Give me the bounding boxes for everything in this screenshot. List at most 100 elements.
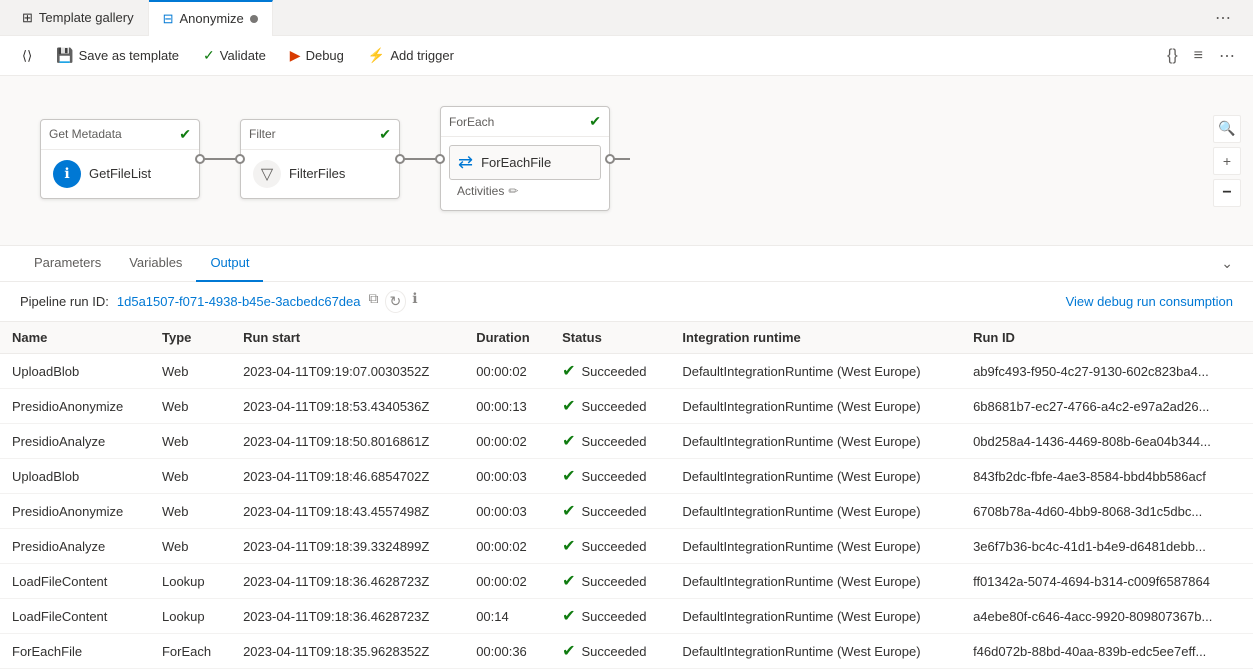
tab-bar: ⊞ Template gallery ⊟ Anonymize ⋯ [0,0,1253,36]
table-row[interactable]: ForEachFile ForEach 2023-04-11T09:18:35.… [0,634,1253,669]
cell-run-id: ff01342a-5074-4694-b314-c009f6587864 [961,564,1253,599]
run-id-label: Pipeline run ID: [20,294,109,309]
activity-filter-body: ▽ FilterFiles [241,150,399,198]
activity-filter-title: Filter [249,127,276,141]
tab-variables-label: Variables [129,255,182,270]
status-check-icon: ✔ [562,536,575,556]
save-template-button[interactable]: 💾 Save as template [46,42,189,69]
status-label: Succeeded [581,504,646,519]
more-button[interactable]: ⋯ [1213,42,1241,70]
pipeline-icon: ⊟ [163,11,174,27]
panel-collapse-button[interactable]: ⌄ [1221,255,1233,272]
cell-name: PresidioAnonymize [0,389,150,424]
activity-get-metadata-name: GetFileList [89,166,151,181]
refresh-icon[interactable]: ↻ [385,290,407,313]
tab-anonymize[interactable]: ⊟ Anonymize [149,0,273,36]
tab-bar-left: ⊞ Template gallery ⊟ Anonymize [8,0,273,36]
table-row[interactable]: UploadBlob Web 2023-04-11T09:19:07.00303… [0,354,1253,389]
code-view-button[interactable]: {} [1161,43,1184,69]
cell-integration-runtime: DefaultIntegrationRuntime (West Europe) [670,634,961,669]
connector-dot-2 [235,154,245,164]
table-row[interactable]: PresidioAnonymize Web 2023-04-11T09:18:4… [0,494,1253,529]
run-id-bar-left: Pipeline run ID: 1d5a1507-f071-4938-b45e… [20,290,418,313]
tab-parameters[interactable]: Parameters [20,246,115,282]
cell-run-id: 6b8681b7-ec27-4766-a4c2-e97a2ad26... [961,389,1253,424]
zoom-in-button[interactable]: + [1213,147,1241,175]
properties-button[interactable]: ≡ [1188,43,1209,69]
expand-icon: ⟨⟩ [22,48,32,64]
cell-type: Web [150,459,231,494]
cell-duration: 00:00:02 [464,564,550,599]
output-panel: Parameters Variables Output ⌄ Pipeline r… [0,246,1253,669]
tab-anonymize-label: Anonymize [179,11,243,26]
status-label: Succeeded [581,399,646,414]
zoom-out-button[interactable]: − [1213,179,1241,207]
activity-get-metadata[interactable]: Get Metadata ✔ ℹ GetFileList [40,119,200,199]
cell-duration: 00:00:36 [464,634,550,669]
tab-bar-right: ⋯ [1209,4,1245,32]
activity-get-metadata-title: Get Metadata [49,127,122,141]
cell-duration: 00:00:03 [464,494,550,529]
table-row[interactable]: PresidioAnalyze Web 2023-04-11T09:18:39.… [0,529,1253,564]
table-body: UploadBlob Web 2023-04-11T09:19:07.00303… [0,354,1253,669]
run-id-value: 1d5a1507-f071-4938-b45e-3acbedc67dea [117,294,361,309]
cell-name: LoadFileContent [0,564,150,599]
table-header-row: Name Type Run start Duration Status Inte… [0,322,1253,354]
toolbar-left: ⟨⟩ 💾 Save as template ✓ Validate ▶ Debug… [12,42,464,69]
activity-filter-name: FilterFiles [289,166,345,181]
status-label: Succeeded [581,469,646,484]
foreach-body: ⇄ ForEachFile Activities ✏ [441,137,609,210]
col-integration-runtime: Integration runtime [670,322,961,354]
debug-button[interactable]: ▶ Debug [280,42,354,69]
cell-integration-runtime: DefaultIntegrationRuntime (West Europe) [670,494,961,529]
cell-type: Web [150,494,231,529]
status-check-icon: ✔ [562,396,575,416]
table-row[interactable]: UploadBlob Web 2023-04-11T09:18:46.68547… [0,459,1253,494]
validate-button[interactable]: ✓ Validate [193,42,276,69]
run-id-icons: ⧉ ↻ ℹ [369,290,418,313]
foreach-title: ForEach [449,115,494,129]
more-tabs-button[interactable]: ⋯ [1209,4,1237,32]
foreach-inner[interactable]: ⇄ ForEachFile [449,145,601,180]
cell-name: PresidioAnalyze [0,424,150,459]
table-row[interactable]: PresidioAnonymize Web 2023-04-11T09:18:5… [0,389,1253,424]
activity-get-metadata-body: ℹ GetFileList [41,150,199,198]
dirty-indicator [250,15,258,23]
cell-run-start: 2023-04-11T09:18:36.4628723Z [231,564,464,599]
panel-tabs-left: Parameters Variables Output [20,246,263,282]
edit-icon[interactable]: ✏ [508,184,518,198]
activity-get-metadata-check: ✔ [179,126,191,143]
view-debug-link[interactable]: View debug run consumption [1066,294,1233,309]
run-id-bar: Pipeline run ID: 1d5a1507-f071-4938-b45e… [0,282,1253,322]
validate-icon: ✓ [203,47,215,64]
cell-name: PresidioAnalyze [0,529,150,564]
connector-line-1 [200,158,240,160]
col-type: Type [150,322,231,354]
tab-variables[interactable]: Variables [115,246,196,282]
table-row[interactable]: PresidioAnalyze Web 2023-04-11T09:18:50.… [0,424,1253,459]
cell-integration-runtime: DefaultIntegrationRuntime (West Europe) [670,564,961,599]
info-icon[interactable]: ℹ [412,290,417,313]
tab-output[interactable]: Output [196,246,263,282]
add-trigger-button[interactable]: ⚡ Add trigger [358,42,464,69]
cell-run-start: 2023-04-11T09:18:43.4557498Z [231,494,464,529]
connector-dot-5 [605,154,615,164]
status-label: Succeeded [581,609,646,624]
cell-duration: 00:00:13 [464,389,550,424]
status-label: Succeeded [581,539,646,554]
activity-foreach[interactable]: ForEach ✔ ⇄ ForEachFile Activities ✏ [440,106,610,211]
copy-icon[interactable]: ⧉ [369,290,379,313]
tab-template-gallery[interactable]: ⊞ Template gallery [8,0,149,36]
expand-button[interactable]: ⟨⟩ [12,43,42,69]
activity-filter[interactable]: Filter ✔ ▽ FilterFiles [240,119,400,199]
search-canvas-button[interactable]: 🔍 [1213,115,1241,143]
status-label: Succeeded [581,434,646,449]
table-row[interactable]: LoadFileContent Lookup 2023-04-11T09:18:… [0,564,1253,599]
cell-run-start: 2023-04-11T09:19:07.0030352Z [231,354,464,389]
panel-tabs: Parameters Variables Output ⌄ [0,246,1253,282]
foreach-activities-row: Activities ✏ [449,180,601,202]
cell-run-start: 2023-04-11T09:18:50.8016861Z [231,424,464,459]
table-row[interactable]: LoadFileContent Lookup 2023-04-11T09:18:… [0,599,1253,634]
cell-status: ✔ Succeeded [550,494,670,529]
cell-run-start: 2023-04-11T09:18:39.3324899Z [231,529,464,564]
